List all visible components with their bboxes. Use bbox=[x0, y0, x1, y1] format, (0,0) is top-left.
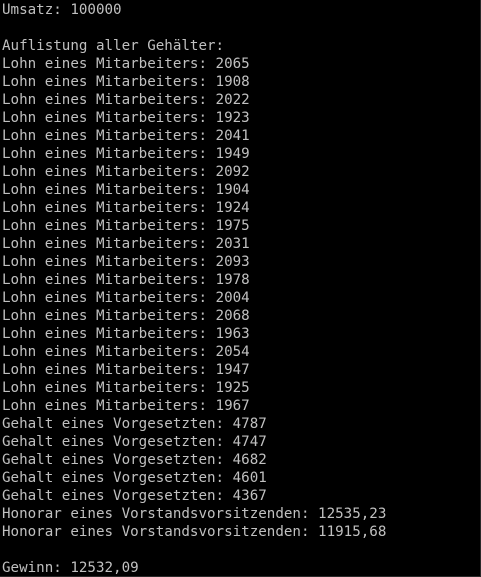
console-line: Lohn eines Mitarbeiters: 2004 bbox=[2, 290, 250, 306]
console-line: Gewinn: 12532,09 bbox=[2, 560, 139, 576]
console-line: Lohn eines Mitarbeiters: 1925 bbox=[2, 380, 250, 396]
console-line: Lohn eines Mitarbeiters: 1949 bbox=[2, 146, 250, 162]
console-line: Lohn eines Mitarbeiters: 1978 bbox=[2, 272, 250, 288]
console-line: Lohn eines Mitarbeiters: 1947 bbox=[2, 362, 250, 378]
console-line: Lohn eines Mitarbeiters: 1924 bbox=[2, 200, 250, 216]
console-line: Lohn eines Mitarbeiters: 2022 bbox=[2, 92, 250, 108]
console-line: Lohn eines Mitarbeiters: 2092 bbox=[2, 164, 250, 180]
console-line: Gehalt eines Vorgesetzten: 4682 bbox=[2, 452, 267, 468]
console-line: Lohn eines Mitarbeiters: 2093 bbox=[2, 254, 250, 270]
console-output: Umsatz: 100000 Auflistung aller Gehälter:… bbox=[0, 0, 481, 577]
console-line: Lohn eines Mitarbeiters: 1908 bbox=[2, 74, 250, 90]
console-line: Lohn eines Mitarbeiters: 1904 bbox=[2, 182, 250, 198]
console-line: Lohn eines Mitarbeiters: 2065 bbox=[2, 56, 250, 72]
console-line: Lohn eines Mitarbeiters: 2054 bbox=[2, 344, 250, 360]
console-line: Lohn eines Mitarbeiters: 2031 bbox=[2, 236, 250, 252]
console-line: Lohn eines Mitarbeiters: 1923 bbox=[2, 110, 250, 126]
console-line: Umsatz: 100000 bbox=[2, 2, 122, 18]
console-line: Lohn eines Mitarbeiters: 1967 bbox=[2, 398, 250, 414]
console-line: Gehalt eines Vorgesetzten: 4367 bbox=[2, 488, 267, 504]
console-line: Lohn eines Mitarbeiters: 2041 bbox=[2, 128, 250, 144]
console-line: Lohn eines Mitarbeiters: 1975 bbox=[2, 218, 250, 234]
console-line: Honorar eines Vorstandsvorsitzenden: 125… bbox=[2, 506, 387, 522]
console-line: Gehalt eines Vorgesetzten: 4747 bbox=[2, 434, 267, 450]
console-line: Honorar eines Vorstandsvorsitzenden: 119… bbox=[2, 524, 387, 540]
console-line: Lohn eines Mitarbeiters: 1963 bbox=[2, 326, 250, 342]
console-line: Gehalt eines Vorgesetzten: 4787 bbox=[2, 416, 267, 432]
console-line: Auflistung aller Gehälter: bbox=[2, 38, 225, 54]
console-line: Lohn eines Mitarbeiters: 2068 bbox=[2, 308, 250, 324]
console-line: Gehalt eines Vorgesetzten: 4601 bbox=[2, 470, 267, 486]
